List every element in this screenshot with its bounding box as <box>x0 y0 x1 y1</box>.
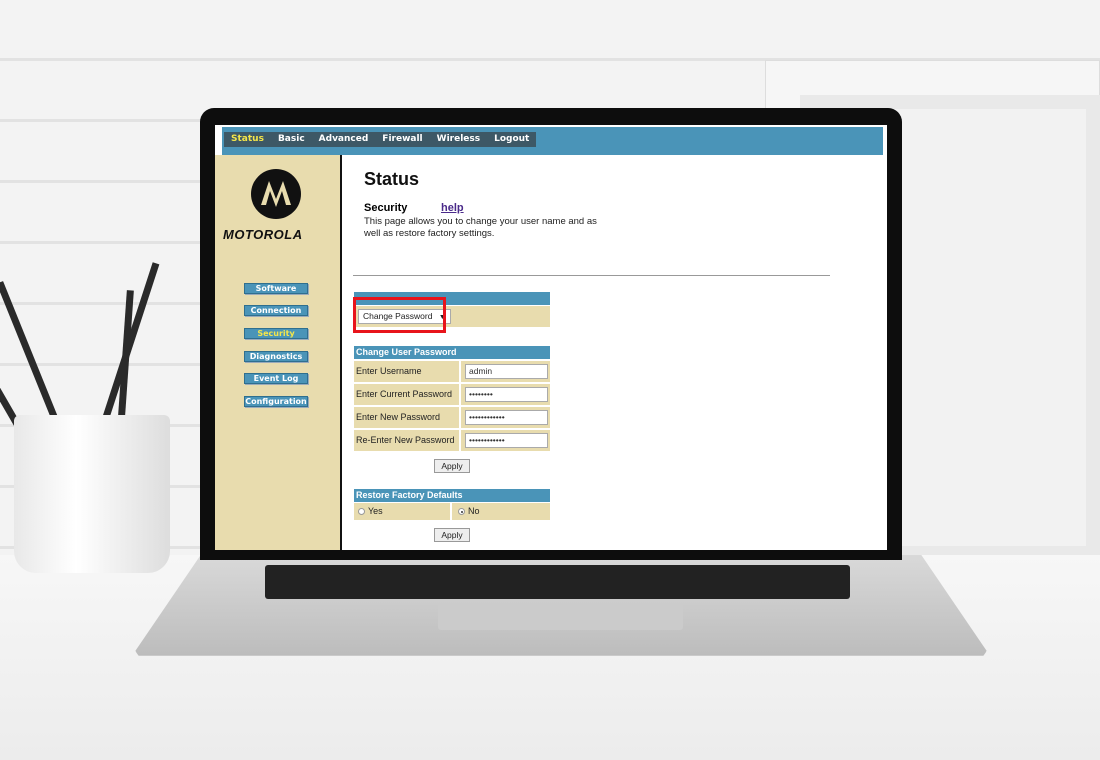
username-input[interactable]: admin <box>465 364 548 379</box>
sidebar-item-event-log[interactable]: Event Log <box>244 373 308 384</box>
sidebar-item-diagnostics[interactable]: Diagnostics <box>244 351 308 362</box>
current-password-input[interactable]: •••••••• <box>465 387 548 402</box>
keyboard <box>265 565 850 599</box>
username-label: Enter Username <box>354 361 459 382</box>
sidebar-item-software[interactable]: Software <box>244 283 308 294</box>
tab-advanced[interactable]: Advanced <box>312 132 376 147</box>
page-title: Status <box>364 169 420 189</box>
router-web-ui: Status Basic Advanced Firewall Wireless … <box>215 125 887 550</box>
radio-yes[interactable] <box>358 508 365 515</box>
tab-logout[interactable]: Logout <box>487 132 536 147</box>
restore-defaults-panel: Restore Factory Defaults Yes No Apply <box>354 489 550 543</box>
help-link[interactable]: help <box>441 202 464 214</box>
tab-firewall[interactable]: Firewall <box>375 132 429 147</box>
reenter-password-input[interactable]: •••••••••••• <box>465 433 548 448</box>
brand-logo-text: MOTOROLA <box>223 227 303 242</box>
motorola-logo-icon <box>251 169 301 219</box>
sidebar-item-security[interactable]: Security <box>244 328 308 339</box>
page-description: This page allows you to change your user… <box>364 216 597 239</box>
yes-label: Yes <box>368 506 383 516</box>
apply-restore-button[interactable]: Apply <box>434 528 470 542</box>
restore-no-option[interactable]: No <box>452 503 550 520</box>
sidebar-item-connection[interactable]: Connection <box>244 305 308 316</box>
highlight-box <box>353 297 446 333</box>
new-password-label: Enter New Password <box>354 407 459 428</box>
divider <box>353 275 830 276</box>
sidebar: MOTOROLA Software Connection Security Di… <box>215 155 342 550</box>
top-nav-bar: Status Basic Advanced Firewall Wireless … <box>222 127 883 155</box>
apply-password-button[interactable]: Apply <box>434 459 470 473</box>
pencil-cup <box>14 415 170 573</box>
new-password-input[interactable]: •••••••••••• <box>465 410 548 425</box>
change-password-panel: Change User Password Enter Username admin… <box>354 346 550 474</box>
sidebar-item-configuration[interactable]: Configuration <box>244 396 308 407</box>
tab-wireless[interactable]: Wireless <box>430 132 487 147</box>
current-password-label: Enter Current Password <box>354 384 459 405</box>
trackpad <box>438 603 683 630</box>
restore-yes-option[interactable]: Yes <box>354 503 450 520</box>
section-label: Security <box>364 202 408 214</box>
tab-basic[interactable]: Basic <box>271 132 312 147</box>
reenter-password-label: Re-Enter New Password <box>354 430 459 451</box>
change-password-header: Change User Password <box>354 346 550 359</box>
restore-defaults-header: Restore Factory Defaults <box>354 489 550 502</box>
no-label: No <box>468 506 480 516</box>
nav-tabs: Status Basic Advanced Firewall Wireless … <box>224 132 537 147</box>
tab-status[interactable]: Status <box>224 132 271 147</box>
radio-no[interactable] <box>458 508 465 515</box>
